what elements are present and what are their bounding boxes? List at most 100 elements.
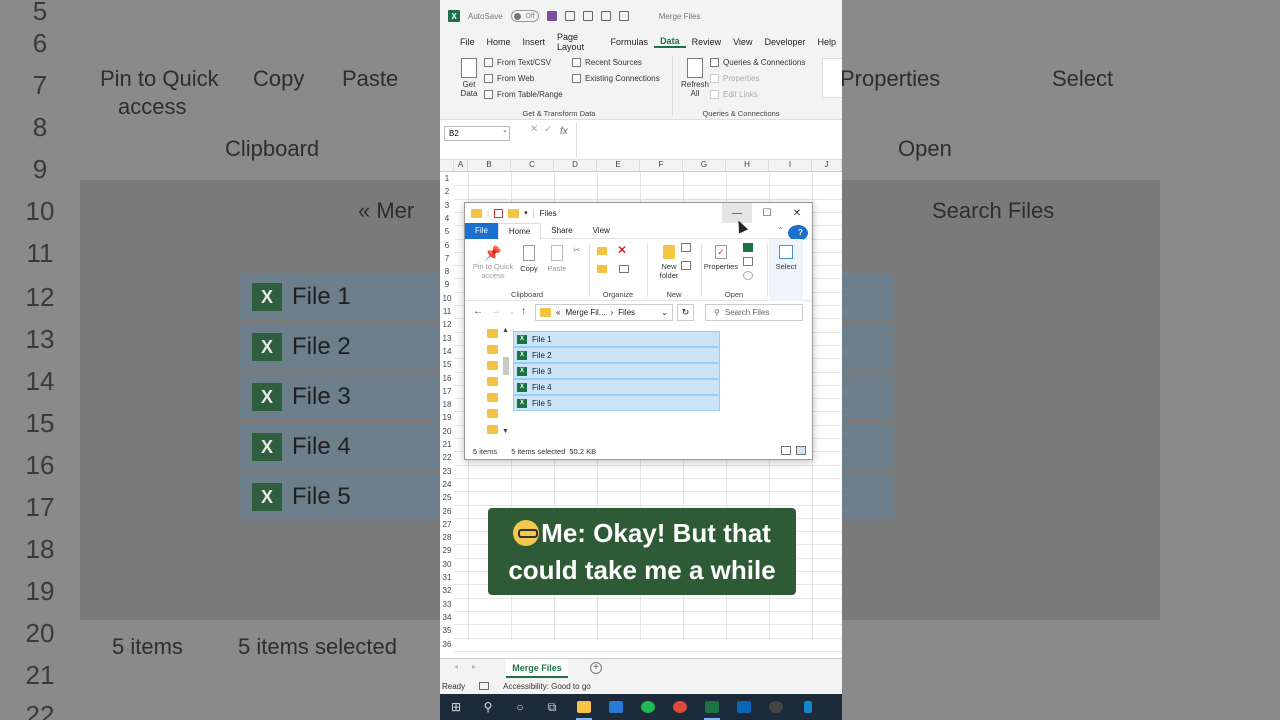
document-title[interactable]: Merge Files (659, 12, 701, 21)
menu-formulas[interactable]: Formulas (605, 37, 655, 47)
macro-record-icon[interactable] (479, 682, 490, 690)
row-header[interactable]: 32 (440, 586, 454, 595)
accessibility-status[interactable]: Accessibility: Good to go (503, 682, 591, 691)
new-folder-quick-icon[interactable] (508, 208, 520, 218)
formula-input[interactable] (576, 122, 842, 158)
folder-icon[interactable] (487, 409, 498, 418)
folder-icon[interactable] (487, 361, 498, 370)
column-header[interactable]: G (683, 160, 726, 171)
menu-review[interactable]: Review (686, 37, 728, 47)
properties-button[interactable]: ✓ Properties (703, 245, 739, 271)
menu-developer[interactable]: Developer (758, 37, 811, 47)
history-icon[interactable] (743, 271, 753, 280)
row-header[interactable]: 9 (440, 280, 454, 289)
task-view-icon[interactable]: ⧉ (536, 694, 568, 720)
sheet-tab[interactable]: Merge Files (506, 659, 568, 678)
menu-help[interactable]: Help (811, 37, 842, 47)
chevron-down-icon[interactable]: ⌄ (661, 308, 668, 317)
refresh-all-button[interactable]: Refresh All (680, 58, 710, 98)
queries-connections-button[interactable]: Queries & Connections (710, 54, 805, 70)
menu-data[interactable]: Data (654, 36, 686, 48)
row-header[interactable]: 2 (440, 187, 454, 196)
undo-icon[interactable] (564, 11, 575, 21)
list-item[interactable]: X File 2 (513, 347, 720, 363)
copy-to-icon[interactable] (597, 265, 607, 273)
row-header[interactable]: 16 (440, 374, 454, 383)
scroll-down-icon[interactable]: ▼ (502, 428, 509, 435)
menu-file[interactable]: File (454, 37, 481, 47)
tab-home[interactable]: Home (497, 222, 542, 239)
back-arrow-icon[interactable]: ← (473, 306, 483, 317)
mail-taskbar-icon[interactable] (600, 694, 632, 720)
print-icon[interactable] (600, 11, 611, 21)
spotify-taskbar-icon[interactable] (632, 694, 664, 720)
row-header[interactable]: 12 (440, 320, 454, 329)
next-sheet-icon[interactable]: ▸ (472, 662, 476, 671)
outlook-taskbar-icon[interactable] (728, 694, 760, 720)
folder-icon[interactable] (487, 329, 498, 338)
delete-icon[interactable]: ✕ (617, 243, 627, 257)
from-text-csv-button[interactable]: From Text/CSV (484, 54, 563, 70)
name-box[interactable]: B2 (444, 126, 510, 141)
start-icon[interactable]: ⊞ (440, 694, 472, 720)
row-header[interactable]: 17 (440, 387, 454, 396)
row-header[interactable]: 15 (440, 360, 454, 369)
select-all[interactable] (440, 160, 454, 171)
row-header[interactable]: 27 (440, 520, 454, 529)
row-header[interactable]: 24 (440, 480, 454, 489)
move-to-icon[interactable] (597, 247, 607, 255)
from-table-range-button[interactable]: From Table/Range (484, 86, 563, 102)
list-item[interactable]: X File 3 (513, 363, 720, 379)
menu-insert[interactable]: Insert (517, 37, 552, 47)
row-header[interactable]: 19 (440, 413, 454, 422)
details-view-icon[interactable] (781, 446, 791, 455)
row-header[interactable]: 36 (440, 640, 454, 649)
add-sheet-icon[interactable]: + (590, 662, 602, 674)
folder-icon[interactable] (487, 345, 498, 354)
list-item[interactable]: X File 1 (513, 331, 720, 347)
column-header[interactable]: C (511, 160, 554, 171)
rename-icon[interactable] (619, 265, 629, 273)
row-header[interactable]: 28 (440, 533, 454, 542)
obs-taskbar-icon[interactable] (760, 694, 792, 720)
row-header[interactable]: 31 (440, 573, 454, 582)
breadcrumb-overflow[interactable]: « (556, 308, 560, 317)
row-header[interactable]: 22 (440, 453, 454, 462)
prev-sheet-icon[interactable]: ◂ (454, 662, 458, 671)
menu-page-layout[interactable]: Page Layout (551, 32, 605, 52)
save-icon[interactable] (546, 11, 557, 21)
row-header[interactable]: 33 (440, 600, 454, 609)
row-header[interactable]: 8 (440, 267, 454, 276)
close-button[interactable]: ✕ (782, 203, 812, 223)
row-header[interactable]: 4 (440, 214, 454, 223)
row-header[interactable]: 35 (440, 626, 454, 635)
get-data-button[interactable]: Get Data (454, 58, 484, 98)
excel-taskbar-icon[interactable] (696, 694, 728, 720)
chevron-down-icon[interactable]: ▾ (524, 209, 528, 217)
large-icons-view-icon[interactable] (796, 446, 806, 455)
fx-icon[interactable]: fx (560, 126, 568, 137)
row-header[interactable]: 3 (440, 201, 454, 210)
tab-file[interactable]: File (465, 222, 498, 239)
maximize-button[interactable]: ☐ (752, 203, 782, 223)
recent-sources-button[interactable]: Recent Sources (572, 54, 660, 70)
breadcrumb-item[interactable]: Merge Fil... (565, 308, 605, 317)
row-header[interactable]: 21 (440, 440, 454, 449)
autosave-toggle[interactable]: Off (510, 10, 539, 22)
recent-locations-icon[interactable]: ⌄ (509, 308, 515, 316)
enter-icon[interactable]: ✓ (544, 124, 552, 135)
list-item[interactable]: X File 4 (513, 379, 720, 395)
column-header[interactable]: H (726, 160, 769, 171)
cortana-icon[interactable]: ○ (504, 694, 536, 720)
folder-icon[interactable] (487, 425, 498, 434)
row-header[interactable]: 26 (440, 507, 454, 516)
pin-quick-access-button[interactable]: 📌 Pin to Quick access (471, 245, 515, 280)
row-header[interactable]: 34 (440, 613, 454, 622)
search-input[interactable]: ⚲ Search Files (705, 304, 803, 321)
row-header[interactable]: 10 (440, 294, 454, 303)
chevron-down-icon[interactable]: ⌄ (502, 126, 508, 134)
folder-icon[interactable] (487, 393, 498, 402)
file-explorer-taskbar-icon[interactable] (568, 694, 600, 720)
row-header[interactable]: 13 (440, 334, 454, 343)
row-header[interactable]: 7 (440, 254, 454, 263)
